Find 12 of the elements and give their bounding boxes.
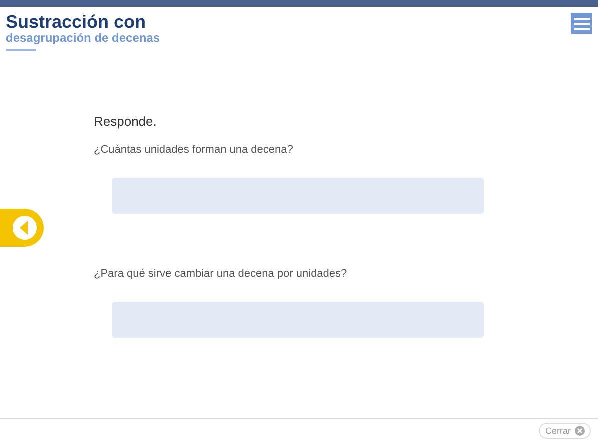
close-button[interactable]: Cerrar [539, 423, 591, 439]
answer-field[interactable] [112, 178, 484, 214]
close-icon [575, 426, 585, 436]
back-button[interactable] [0, 209, 44, 247]
lesson-subtitle: desagrupación de decenas [6, 32, 160, 45]
lesson-title: Sustracción con [6, 13, 148, 32]
question-text: ¿Cuántas unidades forman una decena? [94, 144, 294, 156]
instruction-text: Responde. [94, 114, 158, 131]
menu-button[interactable] [571, 13, 592, 34]
question-text: ¿Para qué sirve cambiar una decena por unidades? [94, 268, 348, 280]
answer-field[interactable] [112, 302, 484, 338]
menu-icon [572, 16, 590, 32]
